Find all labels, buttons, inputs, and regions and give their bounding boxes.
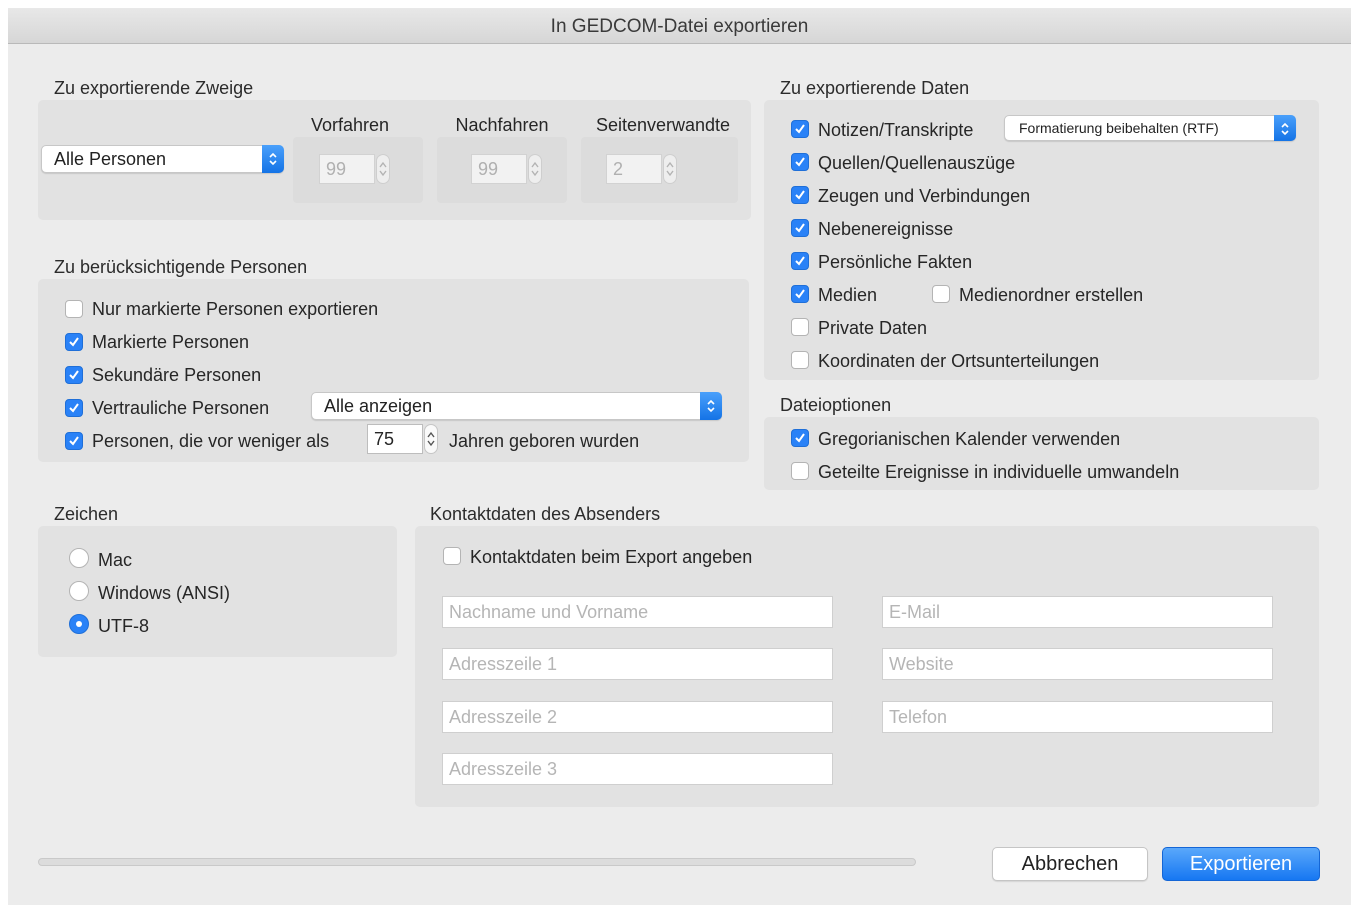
charset-label-utf8: UTF-8	[98, 616, 149, 636]
ancestors-field: 99	[319, 154, 375, 184]
chevron-updown-icon	[700, 392, 722, 420]
notes-format-value: Formatierung beibehalten (RTF)	[1019, 120, 1219, 136]
chevron-updown-icon	[262, 145, 284, 173]
window-title: In GEDCOM-Datei exportieren	[550, 16, 809, 37]
confidential-select-value: Alle anzeigen	[324, 396, 433, 416]
checkmark-icon	[795, 256, 805, 266]
address-line-3-field[interactable]	[442, 753, 833, 785]
confidential-persons-checkbox[interactable]	[65, 399, 83, 417]
checkmark-icon	[795, 289, 805, 299]
notes-label: Notizen/Transkripte	[818, 120, 974, 140]
collateral-field: 2	[606, 154, 662, 184]
export-dialog: In GEDCOM-Datei exportieren Zu exportier…	[8, 8, 1351, 905]
file-options-section-title: Dateioptionen	[780, 395, 892, 415]
marked-persons-label: Markierte Personen	[92, 332, 250, 352]
charset-label-mac: Mac	[98, 550, 133, 570]
born-within-checkbox[interactable]	[65, 432, 83, 450]
confidential-select[interactable]: Alle anzeigen	[311, 392, 722, 420]
side-events-checkbox[interactable]	[791, 219, 809, 237]
descendants-field: 99	[471, 154, 527, 184]
born-within-suffix-label: Jahren geboren wurden	[449, 431, 640, 451]
email-field[interactable]	[882, 596, 1273, 628]
private-data-checkbox[interactable]	[791, 318, 809, 336]
marked-persons-checkbox[interactable]	[65, 333, 83, 351]
checkmark-icon	[795, 223, 805, 233]
witnesses-label: Zeugen und Verbindungen	[818, 186, 1031, 206]
personal-facts-checkbox[interactable]	[791, 252, 809, 270]
title-bar: In GEDCOM-Datei exportieren	[8, 8, 1351, 44]
media-folder-checkbox[interactable]	[932, 285, 950, 303]
persons-section-title: Zu berücksichtigende Personen	[54, 257, 308, 277]
ancestors-stepper	[376, 154, 390, 184]
phone-field[interactable]	[882, 701, 1273, 733]
charset-section-title: Zeichen	[54, 504, 119, 524]
gregorian-checkbox[interactable]	[791, 429, 809, 447]
chevron-updown-icon	[1274, 115, 1296, 141]
born-within-years-field[interactable]: 75	[367, 424, 423, 454]
checkmark-icon	[69, 436, 79, 446]
confidential-persons-label: Vertrauliche Personen	[92, 398, 270, 418]
private-data-label: Private Daten	[818, 318, 928, 338]
charset-radio-mac[interactable]	[69, 548, 89, 568]
secondary-persons-label: Sekundäre Personen	[92, 365, 262, 385]
gregorian-label: Gregorianischen Kalender verwenden	[818, 429, 1121, 449]
charset-radio-utf8[interactable]	[69, 614, 89, 634]
only-marked-label: Nur markierte Personen exportieren	[92, 299, 379, 319]
media-label: Medien	[818, 285, 878, 305]
split-events-label: Geteilte Ereignisse in individuelle umwa…	[818, 462, 1180, 482]
notes-checkbox[interactable]	[791, 120, 809, 138]
descendants-stepper	[528, 154, 542, 184]
media-checkbox[interactable]	[791, 285, 809, 303]
cancel-button[interactable]: Abbrechen	[992, 847, 1148, 881]
secondary-persons-checkbox[interactable]	[65, 366, 83, 384]
data-section-title: Zu exportierende Daten	[780, 78, 970, 98]
split-events-checkbox[interactable]	[791, 462, 809, 480]
witnesses-checkbox[interactable]	[791, 186, 809, 204]
side-events-label: Nebenereignisse	[818, 219, 954, 239]
media-folder-label: Medienordner erstellen	[959, 285, 1144, 305]
checkmark-icon	[795, 433, 805, 443]
checkmark-icon	[69, 403, 79, 413]
checkmark-icon	[69, 370, 79, 380]
coordinates-checkbox[interactable]	[791, 351, 809, 369]
include-contact-checkbox[interactable]	[443, 547, 461, 565]
contact-section-title: Kontaktdaten des Absenders	[430, 504, 661, 524]
born-within-label: Personen, die vor weniger als	[92, 431, 330, 451]
branches-section-title: Zu exportierende Zweige	[54, 78, 254, 98]
charset-label-windows: Windows (ANSI)	[98, 583, 231, 603]
descendants-label: Nachfahren	[455, 115, 549, 135]
notes-format-select[interactable]: Formatierung beibehalten (RTF)	[1004, 115, 1296, 141]
checkmark-icon	[795, 157, 805, 167]
address-line-2-field[interactable]	[442, 701, 833, 733]
stepper-arrows-icon	[427, 431, 435, 447]
export-button[interactable]: Exportieren	[1162, 847, 1320, 881]
checkmark-icon	[795, 124, 805, 134]
coordinates-label: Koordinaten der Ortsunterteilungen	[818, 351, 1100, 371]
address-line-1-field[interactable]	[442, 648, 833, 680]
checkmark-icon	[69, 337, 79, 347]
progress-bar	[38, 858, 916, 866]
born-within-stepper[interactable]	[424, 424, 438, 454]
website-field[interactable]	[882, 648, 1273, 680]
branches-select[interactable]: Alle Personen	[41, 145, 284, 173]
only-marked-checkbox[interactable]	[65, 300, 83, 318]
branches-select-value: Alle Personen	[54, 149, 167, 169]
sources-checkbox[interactable]	[791, 153, 809, 171]
personal-facts-label: Persönliche Fakten	[818, 252, 973, 272]
name-field[interactable]	[442, 596, 833, 628]
charset-radio-windows[interactable]	[69, 581, 89, 601]
collateral-stepper	[663, 154, 677, 184]
checkmark-icon	[795, 190, 805, 200]
collateral-label: Seitenverwandte	[595, 115, 731, 135]
sources-label: Quellen/Quellenauszüge	[818, 153, 1016, 173]
ancestors-label: Vorfahren	[310, 115, 390, 135]
include-contact-label: Kontaktdaten beim Export angeben	[470, 547, 753, 567]
